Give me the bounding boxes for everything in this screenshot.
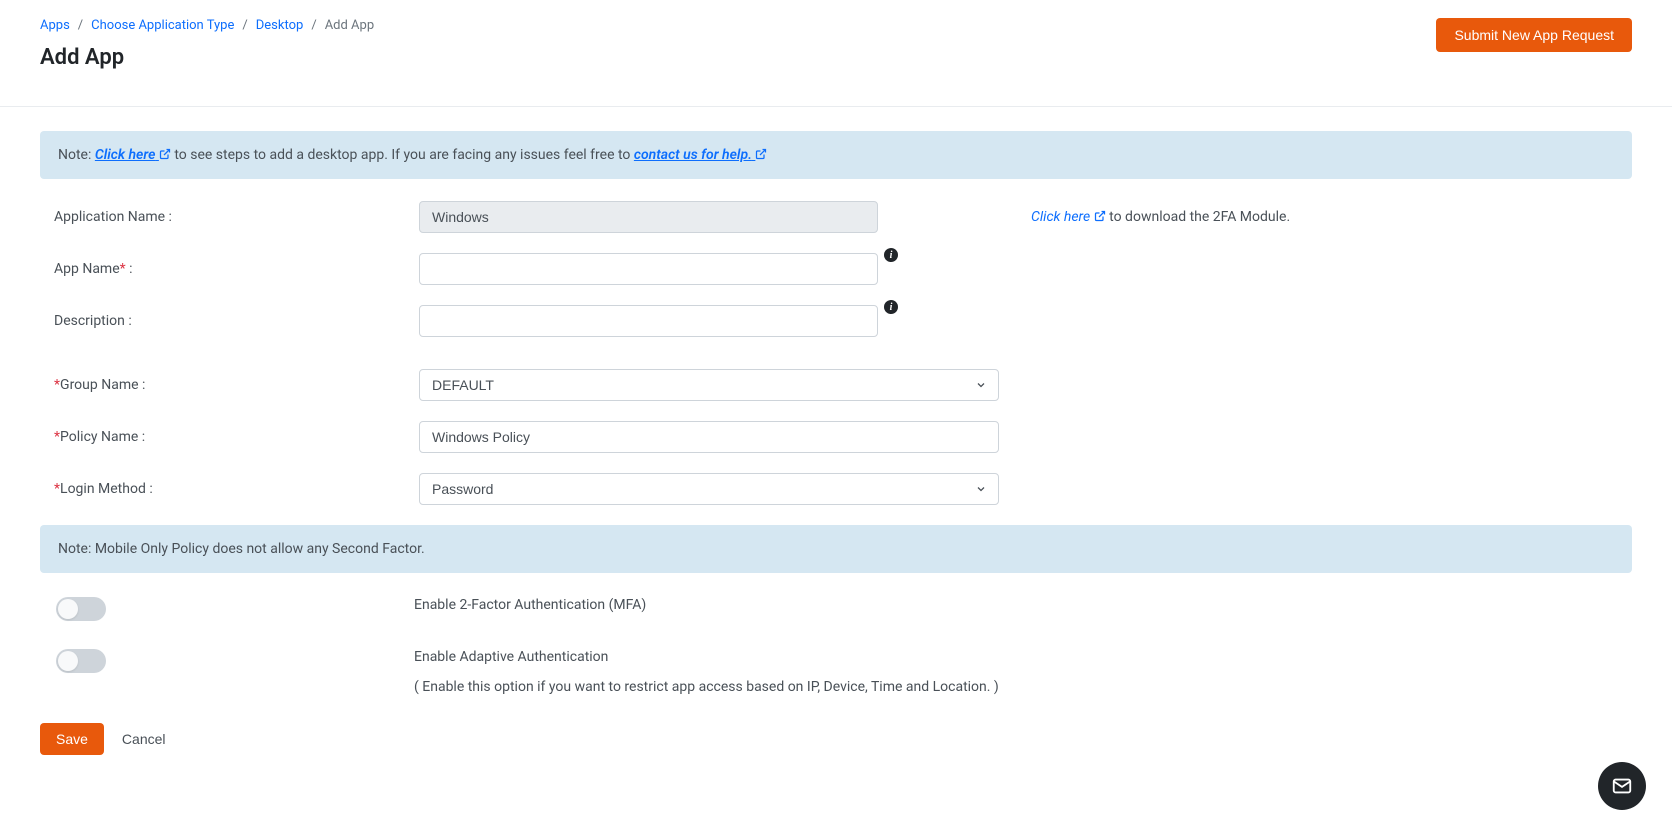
external-link-icon [755, 148, 767, 160]
policy-name-input[interactable] [419, 421, 999, 453]
application-name-input [419, 201, 878, 233]
download-2fa-link[interactable]: Click here [1031, 209, 1106, 225]
policy-name-label: *Policy Name : [54, 429, 419, 445]
toggle-knob-icon [58, 599, 78, 619]
enable-mfa-label: Enable 2-Factor Authentication (MFA) [414, 597, 646, 613]
application-name-label: Application Name : [54, 209, 419, 225]
app-name-input[interactable] [419, 253, 878, 285]
save-button[interactable]: Save [40, 723, 104, 755]
breadcrumb: Apps / Choose Application Type / Desktop… [40, 18, 374, 33]
mobile-policy-note: Note: Mobile Only Policy does not allow … [40, 525, 1632, 573]
mail-icon [1611, 775, 1633, 797]
breadcrumb-desktop[interactable]: Desktop [256, 18, 304, 33]
enable-mfa-toggle[interactable] [56, 597, 106, 621]
click-here-link[interactable]: Click here [95, 147, 171, 163]
page-title: Add App [40, 45, 374, 70]
external-link-icon [1094, 210, 1106, 222]
breadcrumb-choose-type[interactable]: Choose Application Type [91, 18, 234, 33]
group-name-label: *Group Name : [54, 377, 419, 393]
description-label: Description : [54, 313, 419, 329]
breadcrumb-sep-icon: / [311, 18, 316, 33]
note-prefix: Note: [58, 147, 95, 163]
enable-adaptive-sublabel: ( Enable this option if you want to rest… [414, 679, 999, 695]
submit-new-app-request-button[interactable]: Submit New App Request [1436, 18, 1632, 52]
chat-fab[interactable] [1598, 762, 1646, 810]
note-banner: Note: Click here to see steps to add a d… [40, 131, 1632, 179]
breadcrumb-apps[interactable]: Apps [40, 18, 70, 33]
login-method-select[interactable]: Password [419, 473, 999, 505]
group-name-select[interactable]: DEFAULT [419, 369, 999, 401]
download-2fa-module-note: Click here to download the 2FA Module. [1031, 209, 1290, 225]
cancel-button[interactable]: Cancel [122, 731, 166, 747]
enable-adaptive-toggle[interactable] [56, 649, 106, 673]
app-name-label: App Name* : [54, 261, 419, 277]
info-icon[interactable]: i [884, 248, 898, 262]
breadcrumb-sep-icon: / [78, 18, 83, 33]
divider [0, 106, 1672, 107]
breadcrumb-sep-icon: / [242, 18, 247, 33]
login-method-label: *Login Method : [54, 481, 419, 497]
breadcrumb-current: Add App [325, 18, 374, 33]
info-icon[interactable]: i [884, 300, 898, 314]
description-input[interactable] [419, 305, 878, 337]
external-link-icon [159, 148, 171, 160]
toggle-knob-icon [58, 651, 78, 671]
note-mid: to see steps to add a desktop app. If yo… [171, 147, 634, 163]
enable-adaptive-label: Enable Adaptive Authentication [414, 649, 999, 665]
contact-us-link[interactable]: contact us for help. [634, 147, 768, 163]
